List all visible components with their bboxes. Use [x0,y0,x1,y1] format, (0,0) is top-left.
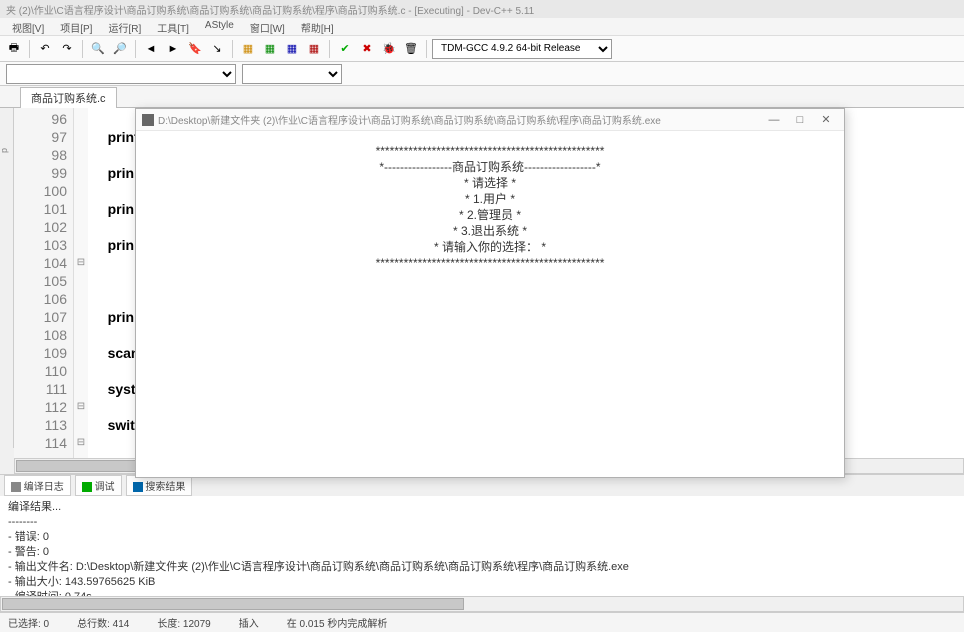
status-bar: 已选择: 0 总行数: 414 长度: 12079 插入 在 0.015 秒内完… [0,612,964,632]
check-icon [82,482,92,492]
menu-help[interactable]: 帮助[H] [293,18,342,35]
sidebar-label: d [0,108,10,153]
console-title-bar[interactable]: D:\Desktop\新建文件夹 (2)\作业\C语言程序设计\商品订购系统\商… [136,109,844,131]
fold-column[interactable]: ⊟ ⊟ ⊟ [74,108,88,458]
menu-project[interactable]: 项目[P] [52,18,100,35]
console-line: * 请选择 * [136,175,844,191]
compile-log-tab[interactable]: 编译日志 [4,475,71,496]
scroll-thumb[interactable] [2,598,464,610]
function-combo[interactable] [242,64,342,84]
status-length: 长度: 12079 [157,615,210,630]
output-hscroll[interactable] [0,596,964,612]
menu-view[interactable]: 视图[V] [4,18,52,35]
left-sidebar: d [0,108,14,448]
menu-astyle[interactable]: AStyle [197,18,242,35]
goto-icon[interactable]: ↘ [207,39,227,59]
redo-icon[interactable]: ↷ [57,39,77,59]
undo-icon[interactable]: ↶ [35,39,55,59]
output-line: - 输出大小: 143.59765625 KiB [8,575,956,590]
output-line: -------- [8,515,956,530]
close-icon[interactable]: ✕ [814,111,838,129]
next-icon[interactable]: ► [163,39,183,59]
output-line: - 警告: 0 [8,545,956,560]
console-line: ****************************************… [136,143,844,159]
log-icon [11,482,21,492]
run-icon[interactable]: ▦ [260,39,280,59]
separator [135,40,136,58]
console-line: * 请输入你的选择： * [136,239,844,255]
maximize-icon[interactable]: □ [788,111,812,129]
separator [82,40,83,58]
editor-tab-strip: 商品订购系统.c [0,86,964,108]
separator [29,40,30,58]
fold-icon: ⊟ [74,434,88,452]
compile-icon[interactable]: ▦ [238,39,258,59]
console-body[interactable]: ****************************************… [136,131,844,477]
console-line: ****************************************… [136,255,844,271]
debug-tab[interactable]: 调试 [75,475,122,496]
console-line: * 3.退出系统 * [136,223,844,239]
stop-icon[interactable]: ✖ [357,39,377,59]
menu-run[interactable]: 运行[R] [100,18,149,35]
clean-icon[interactable]: 🗑 [401,39,421,59]
console-title-text: D:\Desktop\新建文件夹 (2)\作业\C语言程序设计\商品订购系统\商… [158,112,661,127]
status-insert-mode: 插入 [239,615,259,630]
file-tab[interactable]: 商品订购系统.c [20,87,117,108]
menu-window[interactable]: 窗口[W] [242,18,293,35]
minimize-icon[interactable]: — [762,111,786,129]
bookmark-icon[interactable]: 🔖 [185,39,205,59]
status-parse-time: 在 0.015 秒内完成解析 [287,615,388,630]
status-total-lines: 总行数: 414 [77,615,129,630]
print-icon[interactable]: 🖶 [4,39,24,59]
line-gutter: 969798 99100101 102103104 105106107 1081… [14,108,74,458]
status-selection: 已选择: 0 [8,615,49,630]
separator [232,40,233,58]
exe-icon [142,114,154,126]
toolbar: 🖶 ↶ ↷ 🔍 🔎 ◄ ► 🔖 ↘ ▦ ▦ ▦ ▦ ✔ ✖ 🐞 🗑 TDM-GC… [0,36,964,62]
output-line: 编译结果... [8,500,956,515]
find-tab[interactable]: 搜索结果 [126,475,193,496]
rebuild-icon[interactable]: ▦ [304,39,324,59]
search-icon [133,482,143,492]
class-combo[interactable] [6,64,236,84]
fold-icon: ⊟ [74,398,88,416]
menu-bar: 视图[V] 项目[P] 运行[R] 工具[T] AStyle 窗口[W] 帮助[… [0,18,964,36]
output-line: - 输出文件名: D:\Desktop\新建文件夹 (2)\作业\C语言程序设计… [8,560,956,575]
prev-icon[interactable]: ◄ [141,39,161,59]
output-panel[interactable]: 编译结果... -------- - 错误: 0 - 警告: 0 - 输出文件名… [0,496,964,596]
console-line: * 2.管理员 * [136,207,844,223]
console-line: * 1.用户 * [136,191,844,207]
compiler-combo[interactable]: TDM-GCC 4.9.2 64-bit Release [432,39,612,59]
second-toolbar [0,62,964,86]
title-bar: 夹 (2)\作业\C语言程序设计\商品订购系统\商品订购系统\商品订购系统\程序… [0,0,964,18]
menu-tools[interactable]: 工具[T] [149,18,197,35]
debug-icon[interactable]: ✔ [335,39,355,59]
separator [329,40,330,58]
profile-icon[interactable]: 🐞 [379,39,399,59]
console-line: *-----------------商品订购系统----------------… [136,159,844,175]
fold-icon: ⊟ [74,254,88,272]
separator [426,40,427,58]
replace-icon[interactable]: 🔎 [110,39,130,59]
search-icon[interactable]: 🔍 [88,39,108,59]
output-line: - 错误: 0 [8,530,956,545]
compile-run-icon[interactable]: ▦ [282,39,302,59]
console-window[interactable]: D:\Desktop\新建文件夹 (2)\作业\C语言程序设计\商品订购系统\商… [135,108,845,478]
title-text: 夹 (2)\作业\C语言程序设计\商品订购系统\商品订购系统\商品订购系统\程序… [6,2,534,17]
